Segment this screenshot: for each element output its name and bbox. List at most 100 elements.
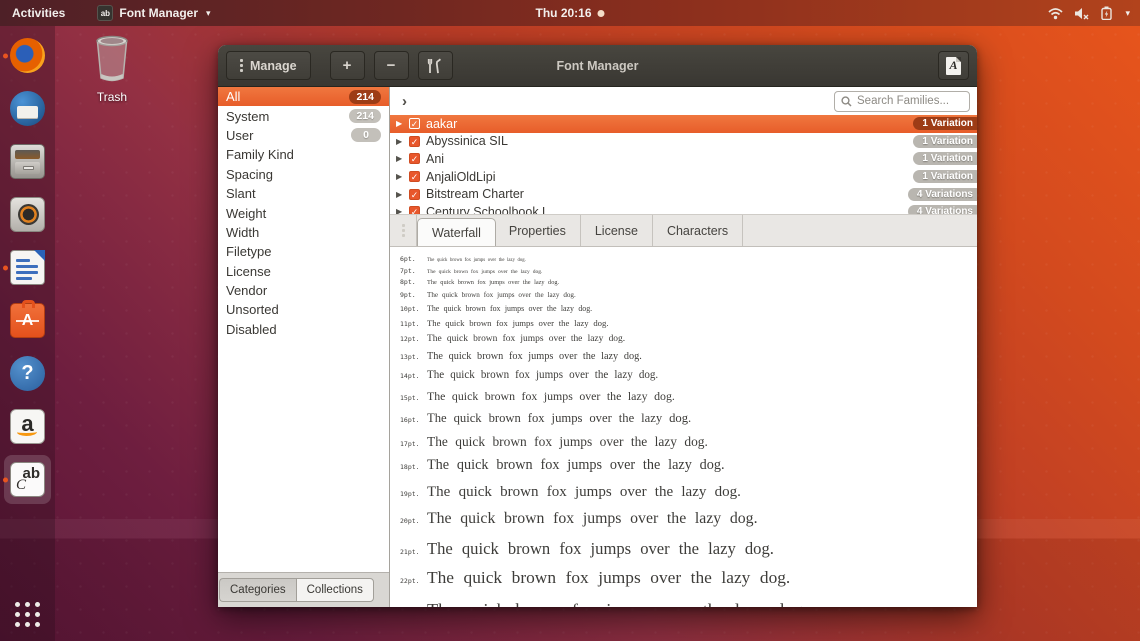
sidebar-item-user[interactable]: User0	[218, 126, 389, 145]
dock-item-firefox[interactable]	[0, 29, 55, 82]
activities-button[interactable]: Activities	[0, 0, 77, 26]
enabled-checkbox[interactable]: ✓	[409, 136, 420, 147]
font-family-row[interactable]: ▶✓ Ani1 Variation	[390, 150, 977, 168]
enabled-checkbox[interactable]: ✓	[409, 206, 420, 214]
font-family-name: Ani	[426, 152, 913, 166]
menu-dots-icon	[240, 59, 243, 72]
compare-mode-button[interactable]: A	[938, 51, 969, 80]
clock-button[interactable]: Thu 20:16	[535, 6, 604, 20]
dock-item-help[interactable]: ?	[0, 347, 55, 400]
trash-icon[interactable]: Trash	[84, 35, 140, 104]
sample-text: The quick brown fox jumps over the lazy …	[427, 268, 542, 278]
expander-triangle-icon[interactable]: ▶	[396, 154, 409, 163]
sidebar-item-weight[interactable]: Weight	[218, 203, 389, 222]
variations-badge: 1 Variation	[913, 135, 977, 148]
sidebar-item-slant[interactable]: Slant	[218, 184, 389, 203]
sample-text: The quick brown fox jumps over the lazy …	[427, 430, 708, 454]
system-status-area[interactable]: ▾	[1048, 6, 1140, 20]
sidebar-item-label: Weight	[226, 206, 381, 221]
expander-triangle-icon[interactable]: ▶	[396, 119, 409, 128]
dock-item-ubuntu-software[interactable]: A	[0, 294, 55, 347]
media-indicator-dot	[598, 10, 605, 17]
sidebar-item-disabled[interactable]: Disabled	[218, 320, 389, 339]
preview-tab-waterfall[interactable]: Waterfall	[417, 218, 496, 246]
sample-text: The quick brown fox jumps over the lazy …	[427, 594, 807, 607]
sidebar-item-all[interactable]: All214	[218, 87, 389, 106]
point-size-label: 19pt.	[400, 489, 427, 501]
expander-triangle-icon[interactable]: ▶	[396, 172, 409, 181]
preferences-button[interactable]	[418, 51, 453, 80]
waterfall-line: 18pt.The quick brown fox jumps over the …	[400, 453, 977, 478]
search-placeholder: Search Families...	[857, 95, 949, 107]
enabled-checkbox[interactable]: ✓	[409, 153, 420, 164]
add-fonts-button[interactable]: +	[330, 51, 365, 80]
preview-tab-characters[interactable]: Characters	[653, 215, 743, 246]
dock-item-font-manager[interactable]: abC	[0, 453, 55, 506]
sidebar-item-spacing[interactable]: Spacing	[218, 165, 389, 184]
sidebar-item-label: System	[226, 109, 349, 124]
sample-text: The quick brown fox jumps over the lazy …	[427, 257, 526, 265]
sidebar-item-label: Vendor	[226, 283, 381, 298]
font-family-row[interactable]: ▶✓AnjaliOldLipi1 Variation	[390, 168, 977, 186]
dock-item-files[interactable]	[0, 135, 55, 188]
expander-triangle-icon[interactable]: ▶	[396, 207, 409, 214]
waterfall-line: 12pt.The quick brown fox jumps over the …	[400, 331, 977, 348]
waterfall-preview[interactable]: 6pt.The quick brown fox jumps over the l…	[390, 247, 977, 607]
expander-triangle-icon[interactable]: ▶	[396, 137, 409, 146]
sidebar-item-filetype[interactable]: Filetype	[218, 242, 389, 261]
point-size-label: 15pt.	[400, 393, 427, 405]
dock-item-rhythmbox[interactable]	[0, 188, 55, 241]
enabled-checkbox[interactable]: ✓	[409, 189, 420, 200]
enabled-checkbox[interactable]: ✓	[409, 118, 420, 129]
sidebar-tab-collections[interactable]: Collections	[296, 578, 374, 602]
manage-button-label: Manage	[250, 59, 297, 73]
point-size-label: 8pt.	[400, 277, 427, 289]
point-size-label: 16pt.	[400, 415, 427, 427]
show-applications-button[interactable]	[0, 593, 55, 635]
font-family-row[interactable]: ▶✓aakar1 Variation	[390, 115, 977, 133]
expand-chevron-icon[interactable]: ›	[402, 93, 407, 110]
volume-muted-icon	[1074, 7, 1090, 20]
font-family-row[interactable]: ▶✓Century Schoolbook L4 Variations	[390, 203, 977, 214]
sidebar-item-unsorted[interactable]: Unsorted	[218, 300, 389, 319]
remove-fonts-button[interactable]: −	[374, 51, 409, 80]
font-family-row[interactable]: ▶✓Bitstream Charter4 Variations	[390, 185, 977, 203]
preview-menu-button[interactable]	[390, 215, 417, 246]
font-family-row[interactable]: ▶✓Abyssinica SIL1 Variation	[390, 133, 977, 151]
dock-item-libreoffice-writer[interactable]	[0, 241, 55, 294]
sidebar-item-label: Unsorted	[226, 302, 381, 317]
sidebar-item-family-kind[interactable]: Family Kind	[218, 145, 389, 164]
search-input[interactable]: Search Families...	[834, 91, 970, 112]
sidebar-item-width[interactable]: Width	[218, 223, 389, 242]
count-badge: 0	[351, 128, 381, 142]
count-badge: 214	[349, 109, 381, 123]
waterfall-line: 19pt.The quick brown fox jumps over the …	[400, 479, 977, 506]
sidebar-item-system[interactable]: System214	[218, 106, 389, 125]
point-size-label: 21pt.	[400, 547, 427, 559]
sidebar-item-vendor[interactable]: Vendor	[218, 281, 389, 300]
sample-text: The quick brown fox jumps over the lazy …	[427, 302, 592, 316]
window-titlebar[interactable]: Manage + − Font Manager A	[218, 45, 977, 87]
sample-text: The quick brown fox jumps over the lazy …	[427, 277, 559, 288]
sidebar-item-label: Disabled	[226, 322, 381, 337]
dock-item-amazon[interactable]: a	[0, 400, 55, 453]
manage-button[interactable]: Manage	[226, 51, 311, 80]
count-badge: 214	[349, 90, 381, 104]
app-menu[interactable]: ab Font Manager ▾	[91, 0, 216, 26]
font-manager-app-icon: ab	[97, 5, 113, 21]
sidebar-item-label: Family Kind	[226, 147, 381, 162]
sidebar-item-license[interactable]: License	[218, 262, 389, 281]
variations-badge: 1 Variation	[913, 152, 977, 165]
point-size-label: 18pt.	[400, 462, 427, 474]
sample-text: The quick brown fox jumps over the lazy …	[427, 534, 774, 564]
preview-tab-license[interactable]: License	[581, 215, 653, 246]
enabled-checkbox[interactable]: ✓	[409, 171, 420, 182]
running-indicator	[3, 477, 8, 482]
sample-text: The quick brown fox jumps over the lazy …	[427, 479, 741, 506]
waterfall-line: 11pt.The quick brown fox jumps over the …	[400, 316, 977, 331]
sidebar-tab-categories[interactable]: Categories	[219, 578, 296, 602]
preview-tab-properties[interactable]: Properties	[495, 215, 581, 246]
expander-triangle-icon[interactable]: ▶	[396, 190, 409, 199]
dock-item-thunderbird[interactable]	[0, 82, 55, 135]
category-list: All214System214User0Family KindSpacingSl…	[218, 87, 389, 572]
